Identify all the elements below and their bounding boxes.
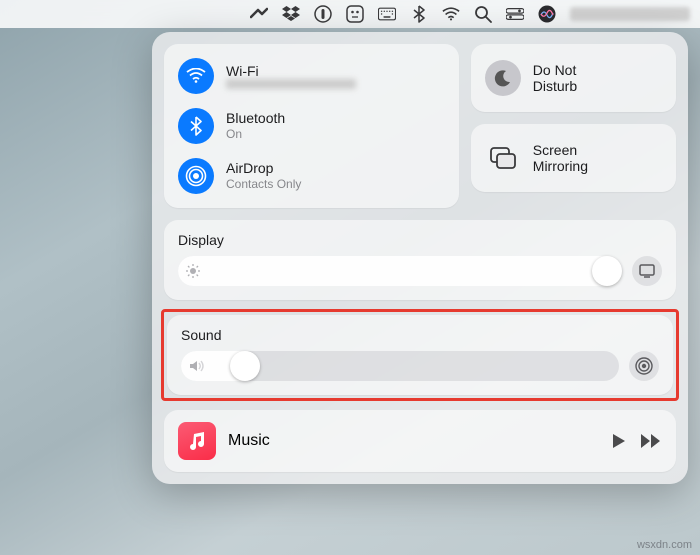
siri-icon[interactable] xyxy=(538,5,556,23)
music-app-icon xyxy=(178,422,216,460)
wifi-status xyxy=(226,79,356,89)
connectivity-panel: Wi-Fi Bluetooth On AirDrop xyxy=(164,44,459,208)
display-panel: Display xyxy=(164,220,676,300)
display-settings-button[interactable] xyxy=(632,256,662,286)
sound-highlight: Sound xyxy=(161,309,679,401)
wavy-icon[interactable] xyxy=(250,5,268,23)
wifi-toggle[interactable]: Wi-Fi xyxy=(178,58,445,94)
wifi-icon xyxy=(178,58,214,94)
menubar xyxy=(0,0,700,28)
top-row: Wi-Fi Bluetooth On AirDrop xyxy=(164,44,676,208)
menubar-clock-blurred xyxy=(570,7,690,21)
bluetooth-status: On xyxy=(226,127,285,141)
sound-slider[interactable] xyxy=(181,351,619,381)
screen-mirroring-label: Screen Mirroring xyxy=(533,142,588,174)
sound-label: Sound xyxy=(181,327,659,343)
bluetooth-icon xyxy=(178,108,214,144)
volume-low-icon xyxy=(189,359,205,373)
app-icon[interactable] xyxy=(346,5,364,23)
side-column: Do Not Disturb Screen Mirroring xyxy=(471,44,676,208)
screen-mirroring-button[interactable]: Screen Mirroring xyxy=(471,124,676,192)
sound-output-button[interactable] xyxy=(629,351,659,381)
airdrop-icon xyxy=(178,158,214,194)
control-center-panel: Wi-Fi Bluetooth On AirDrop xyxy=(152,32,688,484)
bluetooth-label: Bluetooth xyxy=(226,110,285,127)
wifi-label: Wi-Fi xyxy=(226,63,356,80)
dnd-label: Do Not Disturb xyxy=(533,62,577,94)
music-panel[interactable]: Music xyxy=(164,410,676,472)
moon-icon xyxy=(485,60,521,96)
watermark: wsxdn.com xyxy=(637,539,692,551)
music-label: Music xyxy=(228,432,270,450)
play-button[interactable] xyxy=(612,433,626,449)
airdrop-label: AirDrop xyxy=(226,160,301,177)
bluetooth-icon[interactable] xyxy=(410,5,428,23)
control-center-icon[interactable] xyxy=(506,5,524,23)
dropbox-icon[interactable] xyxy=(282,5,300,23)
search-icon[interactable] xyxy=(474,5,492,23)
screen-mirroring-icon xyxy=(485,147,521,169)
brightness-low-icon xyxy=(186,264,200,278)
display-label: Display xyxy=(178,232,662,248)
next-button[interactable] xyxy=(640,433,662,449)
wifi-icon[interactable] xyxy=(442,5,460,23)
display-slider[interactable] xyxy=(178,256,622,286)
keyboard-icon[interactable] xyxy=(378,5,396,23)
airdrop-status: Contacts Only xyxy=(226,177,301,191)
onepassword-icon[interactable] xyxy=(314,5,332,23)
dnd-toggle[interactable]: Do Not Disturb xyxy=(471,44,676,112)
airdrop-toggle[interactable]: AirDrop Contacts Only xyxy=(178,158,445,194)
bluetooth-toggle[interactable]: Bluetooth On xyxy=(178,108,445,144)
music-controls xyxy=(612,433,662,449)
sound-panel: Sound xyxy=(167,315,673,395)
